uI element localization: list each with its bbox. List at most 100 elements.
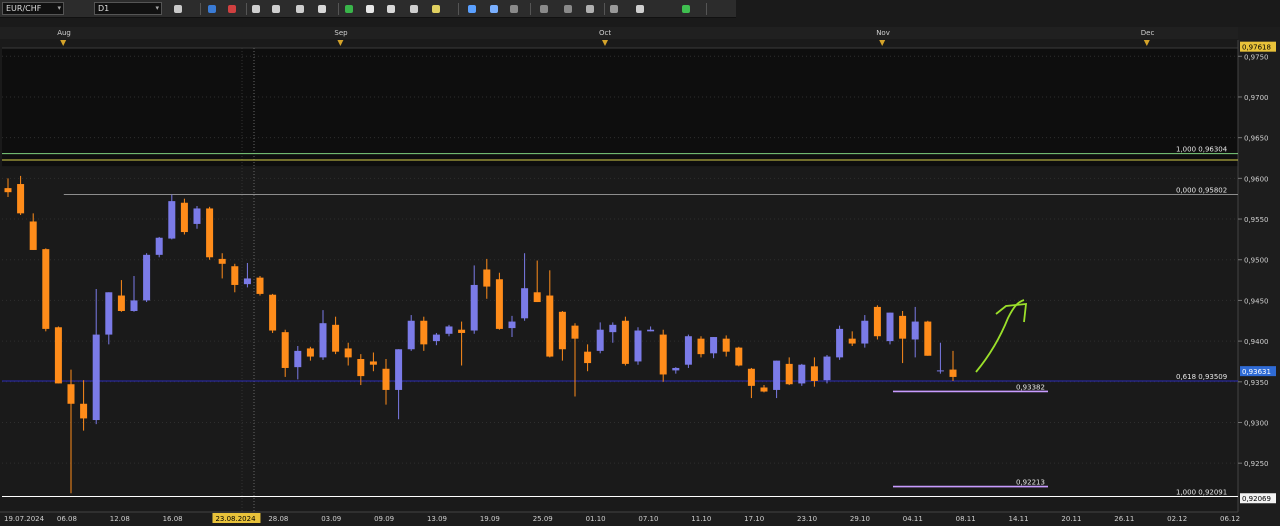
candle-body[interactable] — [407, 320, 415, 350]
x-tick-label: 17.10 — [744, 515, 764, 523]
x-tick-label: 28.08 — [268, 515, 288, 523]
candle-body[interactable] — [42, 249, 50, 329]
candle-body[interactable] — [4, 188, 12, 193]
candle-body[interactable] — [873, 306, 881, 337]
candle-body[interactable] — [92, 334, 100, 421]
x-tick-label: 20.11 — [1061, 515, 1081, 523]
price-chart[interactable]: 0,9750 0,9700 0,9650 0,9600 0,9550 0,9500 0,94… — [0, 0, 1280, 526]
candle-body[interactable] — [558, 311, 566, 350]
candle-body[interactable] — [294, 350, 302, 368]
candle-body[interactable] — [458, 329, 466, 333]
candle-body[interactable] — [218, 258, 226, 264]
candle-body[interactable] — [710, 337, 718, 354]
candle-body[interactable] — [886, 312, 894, 342]
candle-body[interactable] — [521, 288, 529, 319]
candle-body[interactable] — [899, 315, 907, 339]
candle-body[interactable] — [596, 329, 604, 351]
price-badge-label: 0,92069 — [1242, 495, 1271, 503]
candle-body[interactable] — [281, 332, 289, 368]
candle-body[interactable] — [571, 325, 579, 339]
x-tick-label: 14.11 — [1009, 515, 1029, 523]
candle-body[interactable] — [168, 201, 176, 239]
x-tick-label: 23.08.2024 — [215, 515, 256, 523]
candle-body[interactable] — [143, 254, 151, 301]
candle-body[interactable] — [949, 369, 957, 377]
candle-body[interactable] — [936, 370, 944, 372]
candle-body[interactable] — [180, 202, 188, 233]
candle-body[interactable] — [508, 321, 516, 329]
candle-body[interactable] — [155, 237, 163, 255]
candle-body[interactable] — [495, 279, 503, 329]
candle-body[interactable] — [17, 184, 25, 214]
candle-body[interactable] — [584, 351, 592, 364]
x-tick-label: 11.10 — [691, 515, 711, 523]
candle-body[interactable] — [697, 338, 705, 355]
candle-body[interactable] — [760, 387, 768, 392]
y-tick-label: 0,9600 — [1244, 175, 1269, 183]
candle-body[interactable] — [735, 347, 743, 366]
candle-body[interactable] — [332, 324, 340, 352]
upper-zone-shading — [2, 48, 1238, 167]
candle-body[interactable] — [773, 360, 781, 390]
candle-body[interactable] — [836, 328, 844, 358]
y-tick-label: 0,9750 — [1244, 53, 1269, 61]
candle-body[interactable] — [659, 334, 667, 375]
candle-body[interactable] — [861, 320, 869, 344]
month-label: Nov — [876, 29, 890, 37]
candle-body[interactable] — [432, 334, 440, 342]
candle-body[interactable] — [621, 320, 629, 364]
fib-level-label: 0,000 0,95802 — [1176, 186, 1227, 194]
candle-body[interactable] — [306, 348, 314, 357]
candle-body[interactable] — [823, 356, 831, 381]
candle-body[interactable] — [395, 349, 403, 390]
candle-body[interactable] — [848, 338, 856, 344]
candle-body[interactable] — [722, 338, 730, 352]
candle-body[interactable] — [684, 336, 692, 365]
candle-body[interactable] — [785, 363, 793, 385]
candle-body[interactable] — [206, 208, 214, 258]
candle-body[interactable] — [672, 367, 680, 371]
month-label: Sep — [334, 29, 348, 37]
month-label: Dec — [1141, 29, 1155, 37]
candle-body[interactable] — [319, 323, 327, 358]
candle-body[interactable] — [483, 269, 491, 287]
x-tick-label: 06.08 — [57, 515, 77, 523]
candle-body[interactable] — [810, 366, 818, 381]
candle-body[interactable] — [130, 300, 138, 311]
candle-body[interactable] — [344, 348, 352, 358]
candle-body[interactable] — [117, 295, 125, 311]
x-tick-label: 25.09 — [533, 515, 553, 523]
candle-body[interactable] — [369, 361, 377, 365]
candle-body[interactable] — [256, 277, 264, 294]
candle-body[interactable] — [193, 208, 201, 224]
candle-body[interactable] — [54, 327, 62, 384]
candle-body[interactable] — [420, 320, 428, 345]
candle-body[interactable] — [911, 321, 919, 340]
candle-body[interactable] — [647, 329, 655, 332]
y-tick-label: 0,9400 — [1244, 338, 1269, 346]
x-tick-label: 29.10 — [850, 515, 870, 523]
candle-body[interactable] — [634, 330, 642, 362]
candle-body[interactable] — [29, 221, 37, 250]
candle-body[interactable] — [382, 368, 390, 390]
candle-body[interactable] — [609, 324, 617, 333]
candle-body[interactable] — [269, 294, 277, 331]
candle-body[interactable] — [747, 368, 755, 386]
candle-body[interactable] — [357, 359, 365, 377]
fib-level-label: 1,000 0,92091 — [1176, 488, 1227, 496]
x-tick-label: 16.08 — [163, 515, 183, 523]
candle-body[interactable] — [798, 364, 806, 384]
candle-body[interactable] — [924, 321, 932, 356]
candle-body[interactable] — [67, 384, 75, 404]
candle-body[interactable] — [445, 326, 453, 334]
candle-body[interactable] — [546, 295, 554, 357]
candle-body[interactable] — [105, 292, 113, 335]
candle-body[interactable] — [243, 278, 251, 285]
candle-body[interactable] — [470, 284, 478, 331]
candle-body[interactable] — [80, 403, 88, 419]
x-tick-label: 04.11 — [903, 515, 923, 523]
candle-body[interactable] — [533, 292, 541, 303]
price-badge-label: 0,97618 — [1242, 44, 1271, 52]
candle-body[interactable] — [231, 266, 239, 285]
x-tick-label: 19.09 — [480, 515, 500, 523]
